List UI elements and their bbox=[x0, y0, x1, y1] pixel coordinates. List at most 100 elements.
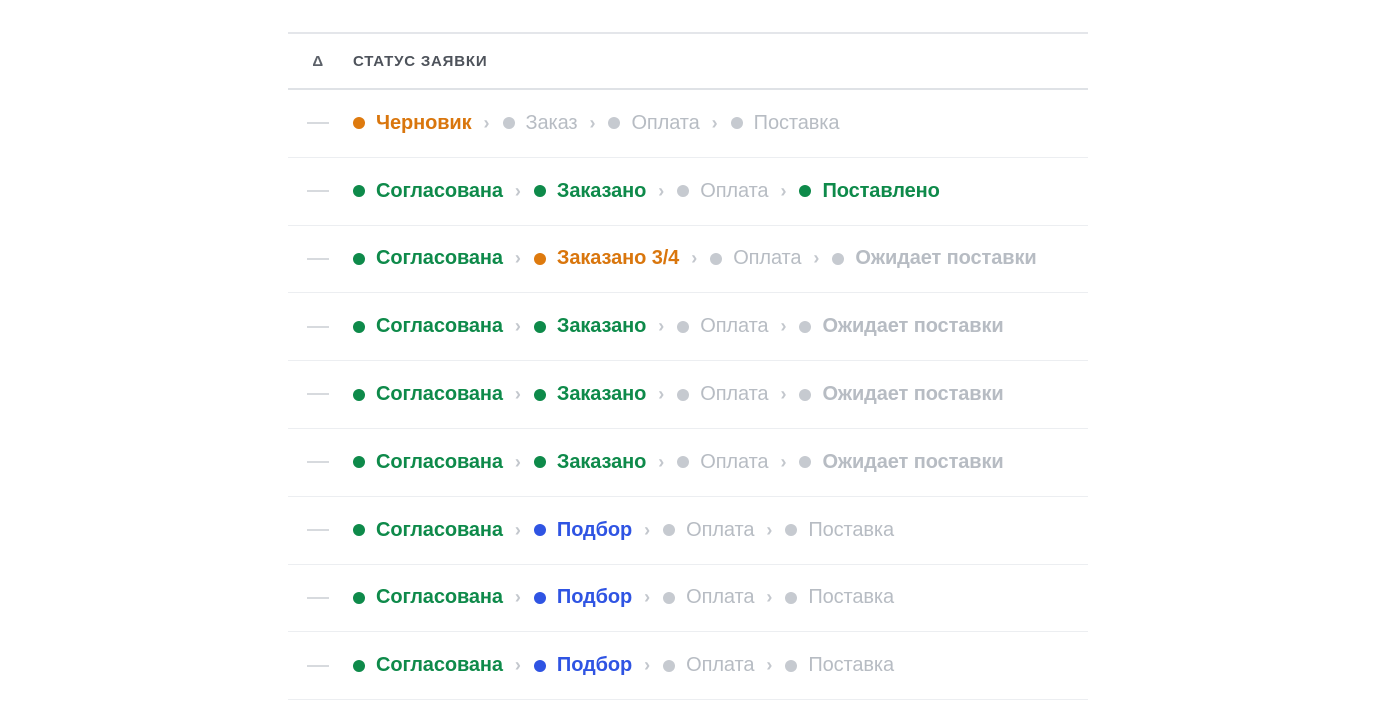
status-step[interactable]: Оплата bbox=[677, 450, 769, 474]
dot-icon bbox=[608, 117, 621, 130]
status-step[interactable]: Заказано bbox=[533, 383, 646, 406]
status-step[interactable]: Согласована bbox=[353, 654, 503, 677]
status-step-label: Заказано 3/4 bbox=[556, 247, 680, 270]
status-step[interactable]: Заказано 3/4 bbox=[533, 247, 680, 270]
chevron-right-icon: › bbox=[658, 316, 665, 337]
status-step-label: Согласована bbox=[376, 518, 503, 541]
table-row[interactable]: Согласована › Подбор › Оплата › Поставка bbox=[288, 565, 1088, 633]
status-step[interactable]: Поставка bbox=[785, 586, 894, 609]
status-step[interactable]: Согласована bbox=[353, 247, 503, 270]
dot-icon bbox=[710, 252, 723, 265]
table-row[interactable]: Согласована › Подбор › Оплата › Поставка bbox=[288, 632, 1088, 701]
dot-icon bbox=[677, 388, 690, 401]
status-step-label: Ожидает поставки bbox=[822, 450, 1004, 473]
status-step[interactable]: Оплата bbox=[677, 315, 769, 338]
status-step[interactable]: Заказ bbox=[502, 112, 578, 135]
status-step-label: Оплата bbox=[700, 383, 769, 406]
status-step[interactable]: Заказано bbox=[533, 451, 646, 474]
status-step[interactable]: Оплата bbox=[663, 654, 754, 677]
status-step-label: Оплата bbox=[686, 654, 755, 677]
status-step-label: Согласована bbox=[376, 586, 503, 609]
status-step[interactable]: Заказано bbox=[533, 179, 647, 203]
chevron-right-icon: › bbox=[514, 655, 521, 676]
status-step-label: Подбор bbox=[556, 586, 633, 609]
dot-icon bbox=[799, 456, 812, 469]
chevron-right-icon: › bbox=[780, 316, 787, 337]
status-step[interactable]: Оплата bbox=[608, 112, 700, 135]
status-step[interactable]: Оплата bbox=[677, 180, 769, 203]
chevron-right-icon: › bbox=[658, 451, 665, 472]
status-step[interactable]: Согласована bbox=[353, 315, 503, 338]
table-body: Черновик › Заказ › Оплата › Поставка Согласован… bbox=[288, 90, 1088, 701]
dash-icon bbox=[307, 461, 329, 464]
table-row[interactable]: Согласована › Заказано › Оплата › Ожидает пост… bbox=[288, 293, 1088, 362]
status-step[interactable]: Согласована bbox=[353, 519, 503, 542]
dot-icon bbox=[663, 524, 676, 537]
status-pipeline: Черновик › Заказ › Оплата › Поставка bbox=[353, 112, 839, 135]
chevron-right-icon: › bbox=[658, 180, 665, 201]
status-step[interactable]: Согласована bbox=[353, 451, 503, 474]
chevron-right-icon: › bbox=[514, 587, 521, 608]
dot-icon bbox=[677, 320, 690, 333]
dot-icon bbox=[353, 117, 365, 130]
table-row[interactable]: Согласована › Подбор › Оплата › Поставка bbox=[288, 497, 1088, 565]
chevron-right-icon: › bbox=[813, 248, 820, 269]
status-step[interactable]: Поставка bbox=[785, 519, 894, 542]
status-step[interactable]: Ожидает поставки bbox=[799, 450, 1004, 474]
status-step[interactable]: Подбор bbox=[533, 586, 633, 609]
status-step-label: Оплата bbox=[700, 450, 769, 473]
table-row[interactable]: Согласована › Заказано › Оплата › Ожидает пост… bbox=[288, 361, 1088, 429]
table-row[interactable]: Черновик › Заказ › Оплата › Поставка bbox=[288, 90, 1088, 158]
dot-icon bbox=[663, 591, 676, 604]
dot-icon bbox=[353, 252, 365, 265]
status-step[interactable]: Оплата bbox=[663, 586, 754, 609]
chevron-right-icon: › bbox=[483, 112, 490, 133]
status-step[interactable]: Подбор bbox=[533, 519, 632, 542]
dot-icon bbox=[353, 388, 365, 401]
status-step[interactable]: Ожидает поставки bbox=[799, 315, 1004, 338]
status-column-header[interactable]: СТАТУС ЗАЯВКИ bbox=[353, 53, 487, 70]
dot-icon bbox=[785, 591, 798, 604]
status-step-label: Заказано bbox=[556, 315, 647, 338]
status-pipeline: Согласована › Заказано › Оплата › Ожидает пост… bbox=[353, 383, 1004, 406]
status-step[interactable]: Согласована bbox=[353, 383, 503, 406]
status-step-label: Поставка bbox=[808, 518, 895, 541]
status-step[interactable]: Согласована bbox=[353, 586, 503, 609]
status-step[interactable]: Поставка bbox=[730, 111, 840, 135]
status-step[interactable]: Согласована bbox=[353, 180, 503, 203]
dash-icon bbox=[307, 325, 329, 328]
status-step[interactable]: Заказано bbox=[533, 315, 647, 338]
table-row[interactable]: Согласована › Заказано › Оплата › Ожидает пост… bbox=[288, 429, 1088, 497]
status-step[interactable]: Оплата bbox=[677, 383, 769, 406]
delta-cell bbox=[288, 453, 353, 471]
chevron-right-icon: › bbox=[514, 519, 521, 540]
status-step[interactable]: Подбор bbox=[533, 654, 632, 677]
delta-cell bbox=[288, 318, 353, 336]
status-step-label: Оплата bbox=[700, 315, 769, 338]
status-table: Δ СТАТУС ЗАЯВКИ Черновик › Заказ › Оплата › По… bbox=[288, 32, 1088, 701]
chevron-right-icon: › bbox=[780, 180, 787, 201]
status-step[interactable]: Ожидает поставки bbox=[799, 383, 1004, 406]
status-step-label: Согласована bbox=[376, 247, 503, 270]
status-pipeline: Согласована › Подбор › Оплата › Поставка bbox=[353, 586, 894, 609]
delta-cell bbox=[288, 114, 353, 132]
dot-icon bbox=[533, 524, 546, 537]
status-pipeline: Согласована › Заказано › Оплата › Поставлено bbox=[353, 180, 940, 203]
chevron-right-icon: › bbox=[780, 451, 787, 472]
chevron-right-icon: › bbox=[766, 519, 773, 540]
status-step-label: Поставка bbox=[753, 111, 840, 134]
status-step[interactable]: Черновик bbox=[353, 112, 472, 135]
status-step[interactable]: Оплата bbox=[663, 519, 754, 542]
status-pipeline: Согласована › Заказано 3/4 › Оплата › Ожидает … bbox=[353, 247, 1037, 270]
status-step[interactable]: Оплата bbox=[710, 247, 802, 270]
dash-icon bbox=[307, 664, 329, 667]
status-step-label: Заказано bbox=[556, 179, 647, 202]
status-step[interactable]: Поставка bbox=[785, 654, 894, 677]
status-step[interactable]: Ожидает поставки bbox=[832, 247, 1037, 270]
table-row[interactable]: Согласована › Заказано › Оплата › Поставлено bbox=[288, 158, 1088, 226]
delta-cell bbox=[288, 657, 353, 675]
delta-column-header[interactable]: Δ bbox=[288, 53, 353, 70]
table-row[interactable]: Согласована › Заказано 3/4 › Оплата › Ожидает … bbox=[288, 226, 1088, 294]
status-step[interactable]: Поставлено bbox=[799, 180, 940, 203]
dot-icon bbox=[533, 320, 546, 333]
